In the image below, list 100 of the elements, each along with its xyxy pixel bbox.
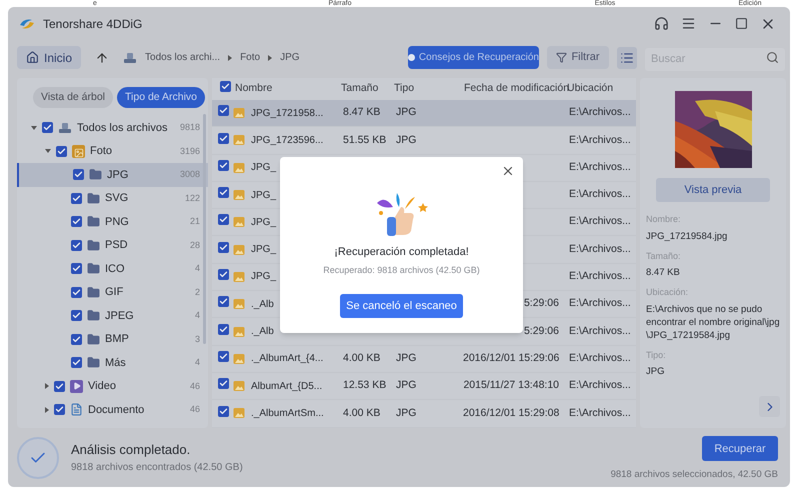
maximize-icon[interactable] [735, 17, 748, 30]
search-icon[interactable] [766, 51, 779, 64]
tree-item[interactable]: Todos los archivos 9818 [17, 116, 208, 140]
tree-label: ICO [105, 262, 126, 276]
checkbox[interactable] [71, 357, 82, 368]
recover-button[interactable]: Recuperar [702, 436, 778, 462]
column-header[interactable]: Nombre [235, 81, 341, 97]
checkbox[interactable] [71, 310, 82, 322]
checkbox[interactable] [218, 378, 229, 390]
checkbox[interactable] [218, 406, 229, 417]
table-row[interactable]: ._AlbumArtSm... 4.00 KB JPG 2016/12/01 15:29:08 E:\Archivos... [212, 400, 636, 428]
checkbox[interactable] [56, 146, 67, 157]
file-type: JPG [396, 106, 416, 118]
support-icon[interactable] [654, 16, 669, 31]
modified-date: 2015/11/27 13:48:10 [463, 379, 559, 392]
checkbox[interactable] [220, 81, 231, 92]
checkbox[interactable] [218, 324, 229, 335]
tree-item[interactable]: GIF 2 [17, 280, 208, 304]
collapsed-arrow-icon[interactable] [45, 383, 49, 390]
checkbox[interactable] [54, 380, 65, 392]
folder-icon [87, 192, 100, 205]
tree-item[interactable]: BMP 3 [17, 328, 208, 351]
status-title: Análisis completado. [71, 441, 192, 460]
checkbox[interactable] [218, 105, 229, 116]
item-count: 4 [194, 262, 200, 275]
tree-item[interactable]: JPEG 4 [17, 304, 208, 328]
drive-icon [58, 122, 72, 134]
view-tab[interactable]: Vista de árbol [33, 87, 114, 108]
checkbox[interactable] [71, 263, 82, 274]
folder-icon [87, 332, 100, 346]
checkbox[interactable] [218, 296, 229, 308]
tree-item[interactable]: PNG 21 [17, 210, 208, 234]
tree-item[interactable]: Más 4 [17, 351, 208, 374]
checkbox[interactable] [73, 169, 84, 180]
expanded-arrow-icon[interactable] [31, 126, 37, 130]
home-button[interactable]: Inicio [17, 46, 82, 69]
menu-icon[interactable] [681, 16, 696, 31]
file-name: ._AlbumArtSm... [251, 408, 324, 419]
expanded-arrow-icon[interactable] [45, 149, 51, 154]
checkbox[interactable] [218, 160, 229, 171]
up-arrow-icon[interactable] [95, 50, 110, 64]
collapsed-arrow-icon[interactable] [45, 406, 49, 413]
file-name: JPG_1721958... [251, 108, 324, 119]
list-view-icon[interactable] [617, 46, 637, 68]
checkbox[interactable] [218, 214, 229, 226]
file-name: JPG_ [251, 244, 276, 256]
checkbox[interactable] [218, 269, 229, 280]
item-count: 3008 [180, 168, 200, 181]
checkbox[interactable] [71, 286, 82, 298]
file-size: 51.55 KB [343, 134, 386, 146]
table-row[interactable]: ._AlbumArt_{4... 4.00 KB JPG 2016/12/01 15:29:06 E:\Archivos... [212, 346, 636, 373]
breadcrumb-item[interactable]: Foto [240, 50, 260, 65]
checkbox[interactable] [218, 350, 229, 362]
tree-item[interactable]: SVG 122 [17, 186, 208, 210]
tree-label: Video [88, 379, 117, 394]
file-name: JPG_ [251, 162, 276, 174]
checkbox[interactable] [71, 334, 82, 345]
table-row[interactable]: AlbumArt_{D5... 12.53 KB JPG 2015/11/27 13:48:10 E:\Archivos... [212, 372, 636, 400]
tree-item[interactable]: JPG 3008 [17, 163, 208, 186]
tips-button[interactable]: Consejos de Recuperación [408, 46, 539, 69]
column-header[interactable]: Ubicación [567, 81, 632, 97]
tree-item[interactable]: ICO 4 [17, 257, 208, 280]
checkbox[interactable] [42, 122, 53, 134]
preview-button[interactable]: Vista previa [656, 178, 770, 202]
file-name: JPG_1723596... [251, 134, 324, 146]
image-file-icon [233, 216, 245, 228]
checkbox[interactable] [71, 240, 82, 251]
checkbox[interactable] [218, 242, 229, 253]
file-name: JPG_ [251, 190, 276, 201]
close-icon[interactable] [501, 164, 515, 178]
breadcrumb-item[interactable]: JPG [280, 50, 300, 65]
file-location: E:\Archivos... [569, 160, 631, 173]
checkbox[interactable] [71, 216, 82, 228]
cancel-scan-button[interactable]: Se canceló el escaneo [340, 294, 463, 318]
item-count: 3 [194, 332, 200, 346]
checkbox[interactable] [54, 404, 65, 416]
tree-item[interactable]: Video 46 [17, 374, 208, 398]
view-tab[interactable]: Tipo de Archivo [117, 87, 205, 108]
folder-icon [87, 215, 100, 228]
tree-label: BMP [105, 332, 130, 347]
file-size: 8.47 KB [343, 106, 380, 118]
checkbox[interactable] [218, 187, 229, 198]
video-icon [70, 380, 83, 393]
table-row[interactable]: JPG_1721958... 8.47 KB JPG E:\Archivos... [212, 100, 636, 128]
checkbox[interactable] [218, 132, 229, 144]
column-header[interactable]: Tamaño [341, 81, 394, 97]
table-row[interactable]: JPG_1723596... 51.55 KB JPG E:\Archivos... [212, 127, 636, 155]
breadcrumb-item[interactable]: Todos los archi... [145, 50, 220, 65]
tree-item[interactable]: Documento 46 [17, 398, 208, 422]
tree-item[interactable]: Foto 3196 [17, 140, 208, 163]
column-header[interactable]: Tipo [394, 81, 464, 97]
checkbox[interactable] [71, 192, 82, 204]
window-title: Tenorshare 4DDiG [43, 16, 144, 32]
column-header[interactable]: Fecha de modificación [464, 81, 567, 97]
filter-button[interactable]: Filtrar [547, 46, 609, 69]
image-file-icon [233, 134, 245, 146]
document-icon [70, 403, 83, 416]
selection-summary: 9818 archivos seleccionados, 42.50 GB [610, 468, 778, 482]
tree-label: GIF [105, 285, 124, 300]
tree-item[interactable]: PSD 28 [17, 234, 208, 257]
